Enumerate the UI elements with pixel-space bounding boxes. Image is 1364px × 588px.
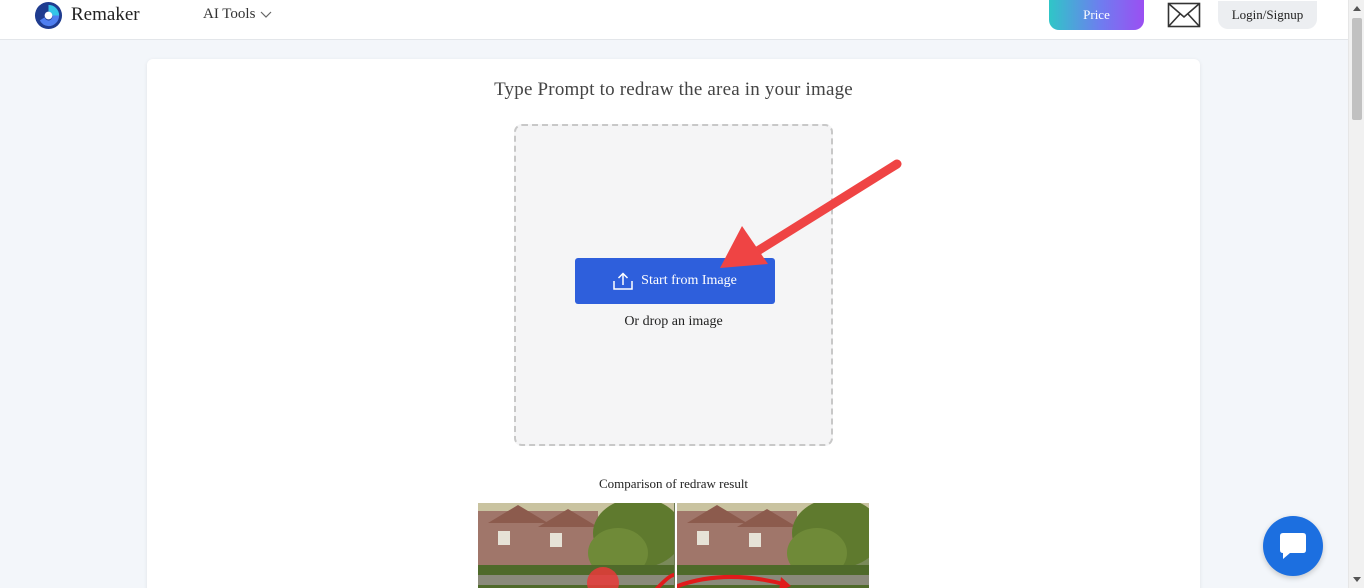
- start-from-image-button[interactable]: Start from Image: [575, 258, 775, 304]
- scroll-up-icon[interactable]: [1353, 6, 1361, 11]
- redraw-card: Type Prompt to redraw the area in your i…: [147, 59, 1200, 588]
- price-button[interactable]: Price: [1049, 0, 1144, 30]
- nav-ai-tools[interactable]: AI Tools: [203, 6, 272, 23]
- brand-logo[interactable]: Remaker: [34, 0, 140, 30]
- upload-icon: [613, 272, 633, 290]
- drop-hint: Or drop an image: [624, 314, 723, 329]
- nav-ai-tools-label: AI Tools: [203, 6, 256, 22]
- mail-icon[interactable]: [1167, 2, 1201, 28]
- image-dropzone[interactable]: Start from Image Or drop an image: [514, 124, 833, 446]
- comparison-after-image: [677, 503, 869, 588]
- scroll-down-icon[interactable]: [1353, 577, 1361, 582]
- comparison-before-image: [478, 503, 674, 588]
- chevron-down-icon: [261, 11, 272, 18]
- page-title: Type Prompt to redraw the area in your i…: [494, 79, 853, 100]
- comparison-image: [478, 503, 869, 588]
- chat-button[interactable]: [1263, 516, 1323, 576]
- comparison-label: Comparison of redraw result: [598, 476, 749, 491]
- login-signup-button[interactable]: Login/Signup: [1218, 1, 1317, 29]
- top-header: Remaker AI Tools Price Login/Signup: [0, 0, 1348, 40]
- chat-bubble-icon: [1280, 533, 1306, 559]
- remaker-logo-icon: [34, 1, 63, 29]
- brand-name: Remaker: [71, 4, 140, 25]
- page-scrollbar[interactable]: [1348, 0, 1364, 588]
- scroll-thumb[interactable]: [1352, 18, 1362, 120]
- start-from-image-label: Start from Image: [641, 273, 737, 288]
